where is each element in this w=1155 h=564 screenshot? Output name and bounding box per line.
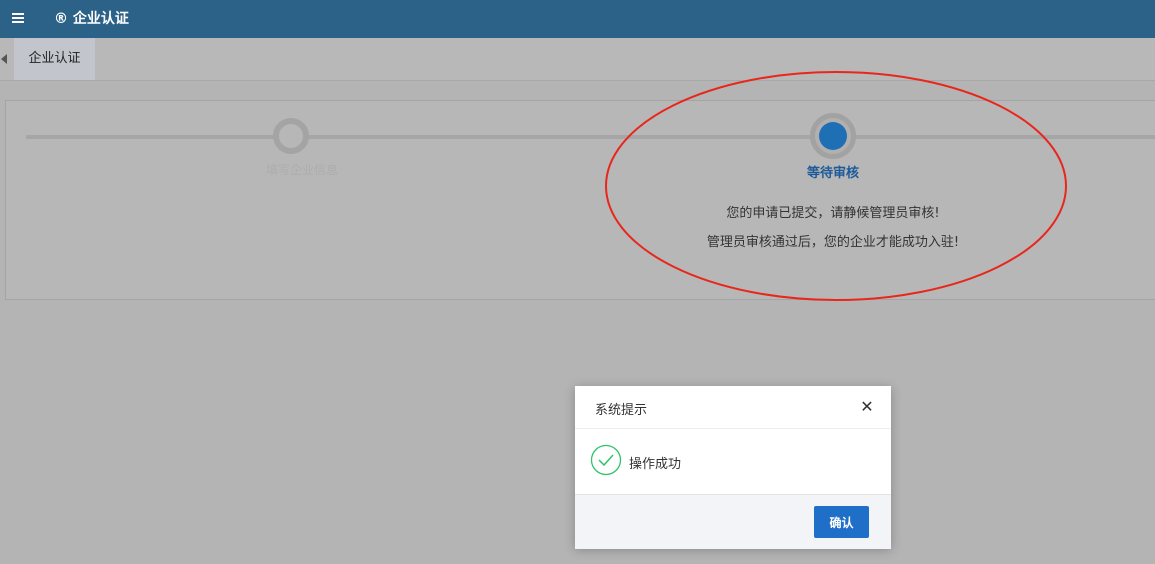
review-notice-message: 管理员审核通过后，您的企业才能成功入驻! [706, 235, 960, 250]
step-2-label: 等待审核 [806, 166, 859, 181]
top-header: ® 企业认证 [0, 0, 1155, 38]
check-circle-icon [590, 444, 622, 476]
step-progress-track [26, 135, 1155, 139]
caret-left-icon[interactable] [0, 54, 8, 64]
step-2-indicator [810, 113, 856, 159]
dialog-body: 操作成功 [575, 428, 891, 494]
success-message: 操作成功 [629, 457, 682, 472]
step-1-indicator [273, 118, 309, 154]
system-prompt-dialog: 系统提示 ✕ 操作成功 确认 [575, 386, 891, 549]
confirm-button[interactable]: 确认 [814, 506, 869, 538]
tab-enterprise-certification[interactable]: 企业认证 [14, 38, 95, 80]
certification-steps-panel: 填写企业信息 等待审核 您的申请已提交，请静候管理员审核! 管理员审核通过后，您… [5, 100, 1155, 300]
dialog-title: 系统提示 [595, 403, 648, 418]
submission-message: 您的申请已提交，请静候管理员审核! [726, 206, 940, 221]
step-1-label: 填写企业信息 [265, 163, 338, 177]
dialog-footer: 确认 [575, 494, 891, 549]
tab-bar: 企业认证 [0, 38, 1155, 81]
close-x-icon[interactable]: ✕ [859, 399, 875, 415]
dialog-header: 系统提示 ✕ [575, 386, 891, 429]
hamburger-menu-icon[interactable] [10, 9, 28, 27]
page-title: ® 企业认证 [54, 11, 129, 27]
step-2-current-dot [819, 122, 847, 150]
